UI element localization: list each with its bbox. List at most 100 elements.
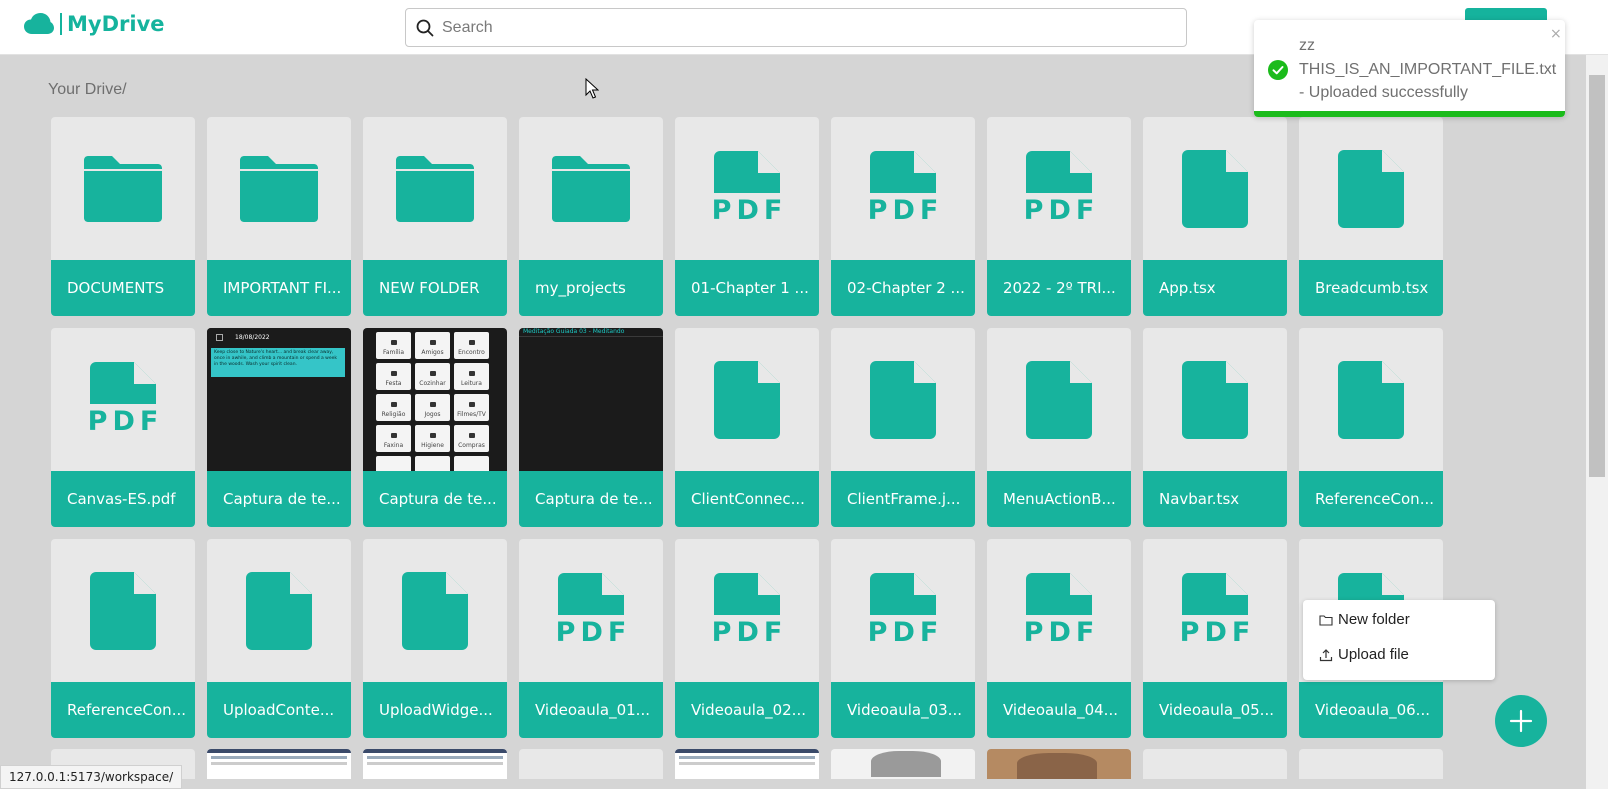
card-thumbnail xyxy=(831,328,975,471)
card-label: Videoaula_01... xyxy=(519,682,663,738)
grid-cell-label: Jogos xyxy=(424,411,441,418)
file-card[interactable]: PDF 01-Chapter 1 ... xyxy=(675,117,819,316)
card-thumbnail xyxy=(51,117,195,260)
search-input[interactable] xyxy=(442,18,1142,37)
card-thumbnail xyxy=(1143,117,1287,260)
card-label: 01-Chapter 1 ... xyxy=(675,260,819,316)
file-card[interactable]: PDF Videoaula_04... xyxy=(987,539,1131,738)
card-thumbnail xyxy=(363,539,507,682)
file-icon xyxy=(1182,360,1248,439)
file-card[interactable] xyxy=(1299,749,1443,779)
card-thumbnail xyxy=(207,539,351,682)
pdf-icon: PDF xyxy=(1019,573,1100,648)
card-thumbnail xyxy=(363,117,507,260)
mouse-cursor-icon xyxy=(585,78,599,99)
search-icon xyxy=(416,19,434,36)
file-card[interactable]: App.tsx xyxy=(1143,117,1287,316)
file-card[interactable]: Família Amigos Encontro Festa Cozinhar Leitur… xyxy=(363,328,507,527)
file-card[interactable]: Breadcumb.tsx xyxy=(1299,117,1443,316)
file-card[interactable] xyxy=(1143,749,1287,779)
thumb-grid-cell: Amigos xyxy=(415,332,450,359)
file-icon xyxy=(402,571,468,650)
folder-card[interactable]: my_projects xyxy=(519,117,663,316)
file-card[interactable]: Meditação Guiada 03 - Meditando Captura d… xyxy=(519,328,663,527)
scrollbar-thumb[interactable] xyxy=(1589,75,1605,477)
thumb-grid-cell: Higiene xyxy=(415,425,450,452)
card-label: Videoaula_04... xyxy=(987,682,1131,738)
card-thumbnail xyxy=(1143,328,1287,471)
folder-card[interactable]: NEW FOLDER xyxy=(363,117,507,316)
card-thumbnail: PDF xyxy=(831,539,975,682)
file-card[interactable] xyxy=(519,749,663,779)
thumb-grid-cell: Religião xyxy=(376,394,411,421)
thumb-grid-cell xyxy=(376,456,411,471)
file-card[interactable]: 18/08/2022 Keep close to Nature's heart..… xyxy=(207,328,351,527)
file-card[interactable]: PDF Videoaula_03... xyxy=(831,539,975,738)
card-label: Videoaula_03... xyxy=(831,682,975,738)
card-thumbnail: PDF xyxy=(987,117,1131,260)
card-label: 2022 - 2º TRI... xyxy=(987,260,1131,316)
grid-cell-icon xyxy=(390,433,397,438)
card-label: Captura de te... xyxy=(363,471,507,527)
file-icon xyxy=(714,360,780,439)
card-thumbnail xyxy=(1299,328,1443,471)
browser-status-url: 127.0.0.1:5173/workspace/ xyxy=(0,765,183,789)
file-card[interactable]: ClientFrame.j... xyxy=(831,328,975,527)
card-label: DOCUMENTS xyxy=(51,260,195,316)
pdf-icon: PDF xyxy=(863,573,944,648)
grid-cell-icon xyxy=(390,340,397,345)
file-card[interactable]: ClientConnec... xyxy=(675,328,819,527)
grid-cell-label: Cozinhar xyxy=(419,380,446,387)
card-label: ReferenceCon... xyxy=(51,682,195,738)
toast-line-2: THIS_IS_AN_IMPORTANT_FILE.txt xyxy=(1299,60,1557,78)
file-card[interactable]: PDF Canvas-ES.pdf xyxy=(51,328,195,527)
plus-icon xyxy=(1509,709,1533,733)
scrollbar[interactable] xyxy=(1586,55,1608,789)
grid-cell-icon xyxy=(429,402,436,407)
search-bar[interactable] xyxy=(405,8,1187,47)
card-thumbnail xyxy=(51,539,195,682)
menu-item-new-folder[interactable]: New folder xyxy=(1319,611,1410,628)
grid-cell-label: Compras xyxy=(458,442,485,449)
thumb-date: 18/08/2022 xyxy=(235,333,270,341)
file-card[interactable]: PDF 02-Chapter 2 ... xyxy=(831,117,975,316)
folder-card[interactable]: IMPORTANT FI... xyxy=(207,117,351,316)
file-card[interactable] xyxy=(831,749,975,779)
grid-cell-icon xyxy=(429,340,436,345)
grid-cell-icon xyxy=(468,433,475,438)
file-card[interactable]: Navbar.tsx xyxy=(1143,328,1287,527)
thumb-grid-cell xyxy=(415,456,450,471)
card-thumbnail: PDF xyxy=(675,117,819,260)
menu-item-upload-file[interactable]: Upload file xyxy=(1319,646,1409,663)
thumb-grid-cell: Família xyxy=(376,332,411,359)
folder-icon xyxy=(84,155,162,222)
file-card[interactable]: PDF Videoaula_05... xyxy=(1143,539,1287,738)
breadcrumb[interactable]: Your Drive/ xyxy=(48,81,127,99)
grid-cell-label: Encontro xyxy=(458,349,485,356)
file-card[interactable] xyxy=(207,749,351,779)
file-card[interactable]: PDF Videoaula_01... xyxy=(519,539,663,738)
file-card[interactable]: MenuActionB... xyxy=(987,328,1131,527)
file-card[interactable] xyxy=(987,749,1131,779)
app-logo[interactable]: MyDrive xyxy=(24,13,165,35)
file-card[interactable]: ReferenceCon... xyxy=(1299,328,1443,527)
folder-card[interactable]: DOCUMENTS xyxy=(51,117,195,316)
menu-item-label: Upload file xyxy=(1338,646,1409,663)
file-card[interactable]: PDF 2022 - 2º TRI... xyxy=(987,117,1131,316)
file-card[interactable]: ReferenceCon... xyxy=(51,539,195,738)
file-card[interactable] xyxy=(675,749,819,779)
file-card[interactable] xyxy=(363,749,507,779)
grid-cell-icon xyxy=(468,371,475,376)
file-card[interactable]: UploadConte... xyxy=(207,539,351,738)
file-card[interactable]: PDF Videoaula_02... xyxy=(675,539,819,738)
grid-cell-icon xyxy=(390,371,397,376)
screenshot-thumbnail: 18/08/2022 Keep close to Nature's heart..… xyxy=(207,328,351,471)
grid-cell-label: Higiene xyxy=(421,442,444,449)
card-label: MenuActionB... xyxy=(987,471,1131,527)
close-icon[interactable]: × xyxy=(1550,26,1562,42)
file-card[interactable]: UploadWidge... xyxy=(363,539,507,738)
add-button[interactable] xyxy=(1495,695,1547,747)
thumb-grid-cell: Filmes/TV xyxy=(454,394,489,421)
card-thumbnail: PDF xyxy=(1143,539,1287,682)
pdf-icon: PDF xyxy=(707,573,788,648)
